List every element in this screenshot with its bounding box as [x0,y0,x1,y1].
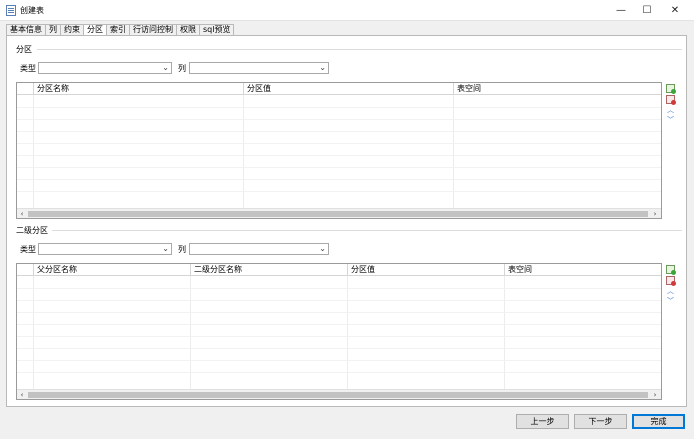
subpartition-table[interactable]: 父分区名称 二级分区名称 分区值 表空间 ‹ › [16,263,662,400]
subpartition-column-label: 列 [178,245,186,254]
partition-column-label: 列 [178,64,186,73]
column-header[interactable]: 表空间 [505,264,661,276]
chevron-up-icon[interactable]: ︿ [666,287,675,296]
horizontal-scrollbar[interactable]: ‹ › [17,208,661,218]
maximize-button[interactable]: ☐ [632,0,662,21]
column-header[interactable]: 分区值 [348,264,505,276]
window-title: 创建表 [20,6,44,15]
scrollbar-thumb[interactable] [28,211,648,217]
chevron-down-icon: ⌄ [319,244,326,253]
chevron-down-icon[interactable]: ﹀ [666,297,675,306]
scroll-right-icon[interactable]: › [650,390,660,399]
title-bar: 创建表 — ☐ ✕ [0,0,694,21]
next-button[interactable]: 下一步 [574,414,627,429]
column-header[interactable]: 表空间 [454,83,661,95]
subpartition-type-select[interactable]: ⌄ [38,243,172,255]
row-header-corner [17,264,34,276]
partition-table[interactable]: 分区名称 分区值 表空间 ‹ › [16,82,662,219]
column-header[interactable]: 父分区名称 [34,264,191,276]
table-header: 分区名称 分区值 表空间 [17,83,661,95]
partition-group-label: 分区 [16,45,32,54]
horizontal-scrollbar[interactable]: ‹ › [17,389,661,399]
partition-panel: 分区 类型 ⌄ 列 ⌄ 分区名称 分区值 表空间 ‹ › ︿ ﹀ 二级分区 类型… [6,35,687,407]
table-header: 父分区名称 二级分区名称 分区值 表空间 [17,264,661,276]
add-row-icon[interactable] [666,265,676,275]
delete-row-icon[interactable] [666,95,676,105]
scroll-left-icon[interactable]: ‹ [17,390,27,399]
group-divider [37,49,682,50]
finish-button[interactable]: 完成 [632,414,685,429]
scroll-left-icon[interactable]: ‹ [17,209,27,218]
partition-column-select[interactable]: ⌄ [189,62,329,74]
partition-type-label: 类型 [20,64,36,73]
row-header-corner [17,83,34,95]
scroll-right-icon[interactable]: › [650,209,660,218]
chevron-down-icon[interactable]: ﹀ [666,116,675,125]
subpartition-type-label: 类型 [20,245,36,254]
previous-button[interactable]: 上一步 [516,414,569,429]
column-header[interactable]: 二级分区名称 [191,264,348,276]
chevron-down-icon: ⌄ [162,63,169,72]
add-row-icon[interactable] [666,84,676,94]
subpartition-group-label: 二级分区 [16,226,48,235]
column-header[interactable]: 分区名称 [34,83,244,95]
partition-type-select[interactable]: ⌄ [38,62,172,74]
chevron-down-icon: ⌄ [162,244,169,253]
column-header[interactable]: 分区值 [244,83,454,95]
chevron-up-icon[interactable]: ︿ [666,106,675,115]
close-button[interactable]: ✕ [660,0,690,21]
scrollbar-thumb[interactable] [28,392,648,398]
delete-row-icon[interactable] [666,276,676,286]
chevron-down-icon: ⌄ [319,63,326,72]
subpartition-column-select[interactable]: ⌄ [189,243,329,255]
table-icon [6,5,16,16]
group-divider [52,230,682,231]
